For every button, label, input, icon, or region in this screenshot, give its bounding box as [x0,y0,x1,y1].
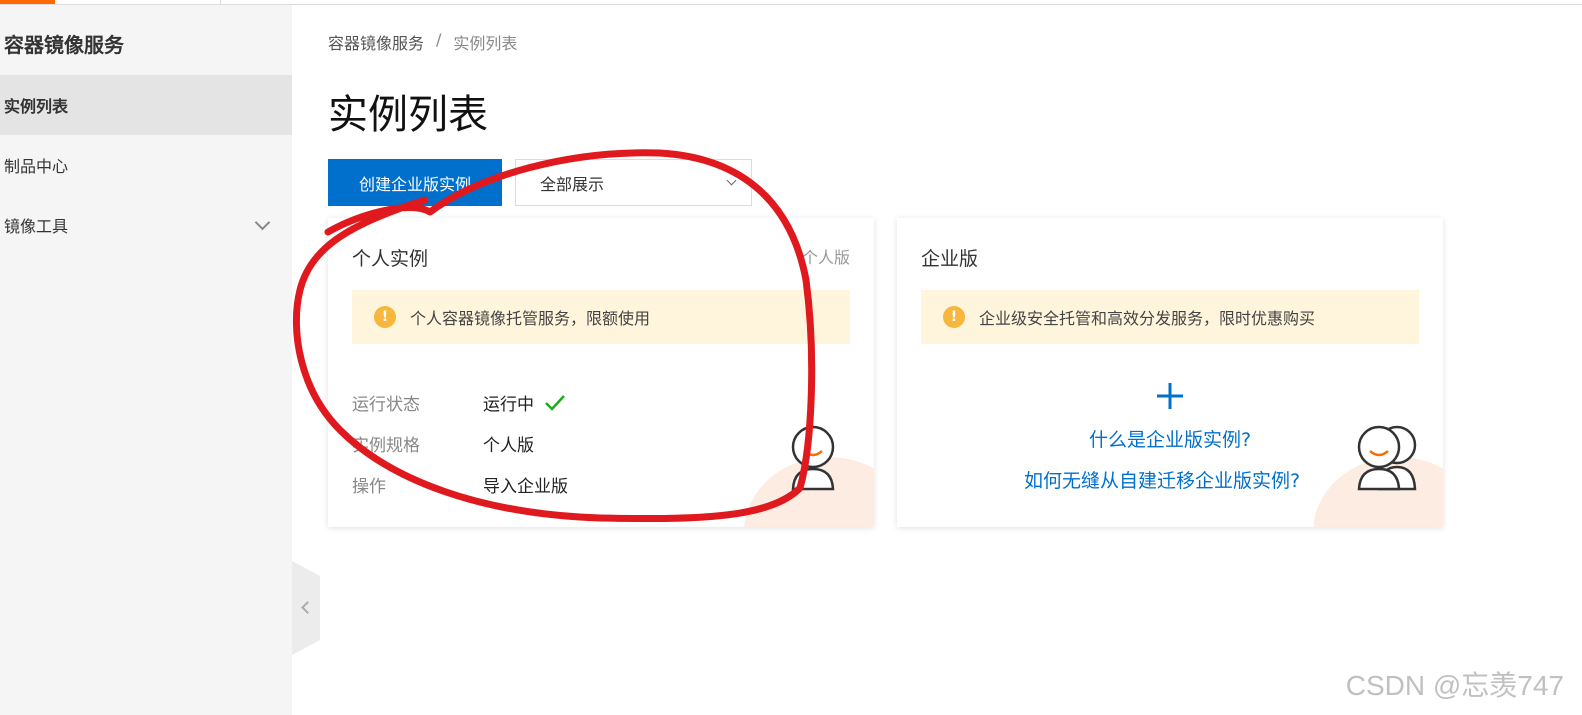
sidebar-item-label: 镜像工具 [4,217,69,236]
breadcrumb-separator: / [436,30,442,49]
edition-tag: 个人版 [801,248,850,267]
display-filter-select[interactable]: 全部展示 [515,159,752,206]
field-label: 实例规格 [352,436,420,456]
field-label: 操作 [352,477,386,497]
sidebar-collapse-handle[interactable] [292,561,320,655]
import-enterprise-link[interactable]: 导入企业版 [483,472,568,497]
sidebar-title: 容器镜像服务 [4,33,124,57]
card-title: 个人实例 [352,248,429,270]
field-label: 运行状态 [352,395,420,415]
field-value: 运行中 [483,390,566,415]
sidebar-item-label: 制品中心 [4,157,69,176]
page-title: 实例列表 [328,92,488,138]
exclamation-circle-icon: ! [374,306,396,328]
notice-banner: ! 个人容器镜像托管服务，限额使用 [352,290,850,344]
brand-accent [0,0,55,4]
field-row-actions: 操作 导入企业版 [352,472,568,497]
user-avatar-icon [1357,425,1417,491]
chevron-down-icon[interactable] [254,214,271,231]
spec-value: 个人版 [483,436,534,456]
enterprise-instance-card[interactable]: 企业版 ! 企业级安全托管和高效分发服务，限时优惠购买 什么是企业版实例? 如何… [897,218,1443,527]
plus-icon[interactable] [1155,381,1185,411]
watermark: CSDN @忘羡747 [1345,670,1564,701]
breadcrumb: 容器镜像服务 / 实例列表 [328,30,517,54]
check-icon [545,394,565,411]
migration-guide-link[interactable]: 如何无缝从自建迁移企业版实例? [897,466,1427,493]
user-avatar-icon [791,425,835,491]
notice-banner: ! 企业级安全托管和高效分发服务，限时优惠购买 [921,290,1419,344]
chevron-left-icon [301,601,314,614]
notice-text: 个人容器镜像托管服务，限额使用 [410,309,651,328]
status-text: 运行中 [483,395,534,415]
sidebar-item-instance-list[interactable]: 实例列表 [0,75,292,135]
personal-instance-card[interactable]: 个人实例 个人版 ! 个人容器镜像托管服务，限额使用 运行状态 运行中 实例规格… [328,218,874,527]
display-filter-value: 全部展示 [540,174,605,194]
field-row-spec: 实例规格 个人版 [352,431,534,456]
notice-text: 企业级安全托管和高效分发服务，限时优惠购买 [979,309,1316,328]
sidebar: 容器镜像服务 实例列表 制品中心 镜像工具 [0,5,292,715]
sidebar-item-label: 实例列表 [4,97,69,116]
breadcrumb-root[interactable]: 容器镜像服务 [328,30,424,54]
exclamation-circle-icon: ! [943,306,965,328]
card-title: 企业版 [921,248,979,270]
create-enterprise-instance-button[interactable]: 创建企业版实例 [328,159,502,206]
sidebar-item-artifact-center[interactable]: 制品中心 [0,135,292,195]
chevron-down-icon [726,175,737,186]
sidebar-item-image-tools[interactable]: 镜像工具 [0,195,292,255]
field-row-status: 运行状态 运行中 [352,390,566,415]
breadcrumb-current: 实例列表 [453,34,518,53]
